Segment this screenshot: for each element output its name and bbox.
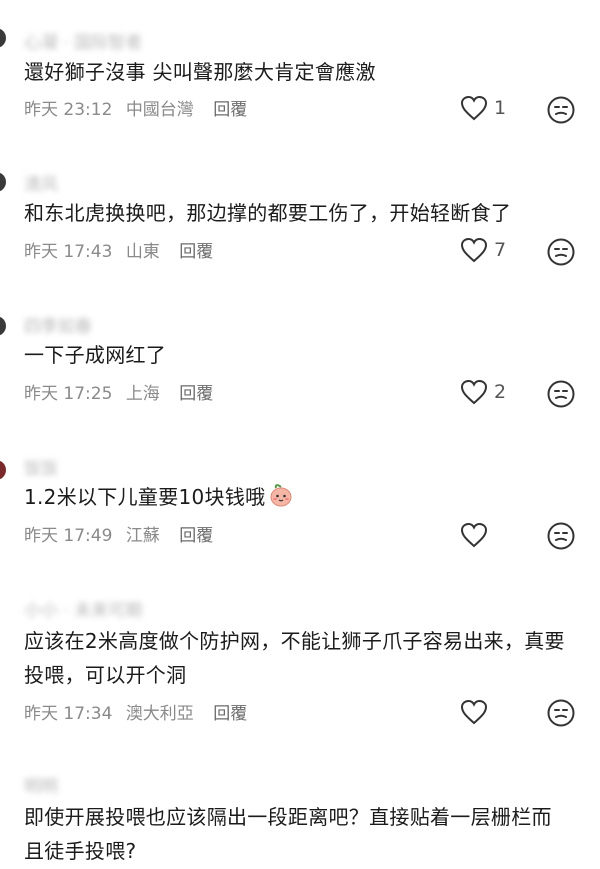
comment-meta: 昨天 23:12 中國台灣 回覆: [24, 95, 247, 120]
avatar[interactable]: [0, 316, 6, 336]
reply-button[interactable]: 回覆: [213, 699, 247, 724]
reaction-button[interactable]: [546, 95, 576, 125]
reaction-button[interactable]: [546, 237, 576, 267]
comment-time: 昨天 17:34: [24, 704, 113, 724]
face-emoji-icon: [547, 522, 575, 550]
like-count: 2: [494, 381, 507, 403]
avatar[interactable]: [0, 172, 6, 192]
reaction-button[interactable]: [546, 521, 576, 551]
like-count: 7: [494, 239, 507, 261]
comment-location: 江蘇: [125, 526, 160, 546]
avatar[interactable]: [0, 460, 6, 480]
face-emoji-icon: [547, 699, 575, 727]
comment-meta: 昨天 17:49 江蘇 回覆: [24, 521, 213, 546]
comment-username[interactable]: 心凝 · 国际智者: [24, 28, 142, 53]
comment-time: 昨天 17:49: [24, 526, 113, 546]
like-button[interactable]: [460, 698, 488, 726]
face-emoji-icon: [547, 238, 575, 266]
comment-location: 中國台灣: [125, 100, 194, 120]
reaction-button[interactable]: [546, 379, 576, 409]
comment-username[interactable]: 四季如春: [24, 312, 92, 337]
comment-username[interactable]: 明明: [24, 772, 58, 797]
comment-meta: 昨天 17:25 上海 回覆: [24, 379, 213, 404]
comment-text: 和东北虎换换吧，那边撑的都要工伤了，开始轻断食了: [24, 201, 512, 225]
comment-location: 上海: [125, 384, 160, 404]
reply-button[interactable]: 回覆: [179, 237, 213, 262]
face-emoji-icon: [547, 380, 575, 408]
like-button[interactable]: 2: [460, 378, 506, 406]
reply-button[interactable]: 回覆: [179, 379, 213, 404]
peach-face-emoji: [268, 482, 294, 518]
comment-meta: 昨天 17:43 山東 回覆: [24, 237, 213, 262]
reply-button[interactable]: 回覆: [213, 95, 247, 120]
heart-outline-icon: [460, 522, 488, 548]
face-emoji-icon: [547, 96, 575, 124]
heart-outline-icon: [460, 379, 488, 405]
like-count: 1: [494, 97, 507, 119]
comment-meta: 昨天 17:34 澳大利亞 回覆: [24, 699, 247, 724]
comment-text-content: 1.2米以下儿童要10块钱哦: [24, 485, 266, 509]
like-button[interactable]: [460, 521, 488, 549]
comment-text: 還好獅子沒事 尖叫聲那麼大肯定會應激: [24, 60, 376, 84]
comment-username[interactable]: 清风: [24, 170, 58, 195]
reaction-button[interactable]: [546, 698, 576, 728]
comment-username[interactable]: 小小 · 未来可期: [24, 596, 142, 621]
heart-outline-icon: [460, 237, 488, 263]
comment-time: 昨天 17:43: [24, 242, 113, 262]
comment-text: 一下子成网红了: [24, 343, 167, 367]
reply-button[interactable]: 回覆: [179, 521, 213, 546]
like-button[interactable]: 7: [460, 236, 506, 264]
comment-text: 即使开展投喂也应该隔出一段距离吧？直接贴着一层栅栏而且徒手投喂?: [24, 805, 552, 863]
comment-location: 山東: [125, 242, 160, 262]
comment-username[interactable]: 饭饭: [24, 454, 58, 479]
heart-outline-icon: [460, 95, 488, 121]
comment-time: 昨天 17:25: [24, 384, 113, 404]
comment-text: 应该在2米高度做个防护网，不能让狮子爪子容易出来，真要投喂，可以开个洞: [24, 629, 565, 687]
comment-time: 昨天 23:12: [24, 100, 113, 120]
avatar[interactable]: [0, 28, 6, 48]
comment-location: 澳大利亞: [125, 704, 194, 724]
like-button[interactable]: 1: [460, 94, 506, 122]
heart-outline-icon: [460, 699, 488, 725]
comment-text: 1.2米以下儿童要10块钱哦: [24, 480, 576, 518]
